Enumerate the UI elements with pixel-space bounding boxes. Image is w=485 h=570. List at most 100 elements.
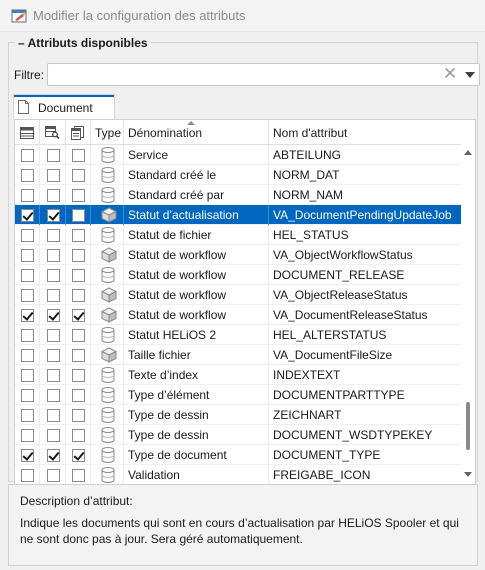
header-col-name[interactable]: Dénomination: [124, 120, 269, 145]
table-row[interactable]: Statut de workflow VA_DocumentReleaseStat…: [15, 305, 461, 325]
search-checkbox[interactable]: [47, 248, 60, 262]
display-checkbox[interactable]: [21, 368, 34, 382]
edit-checkbox[interactable]: [72, 248, 85, 262]
table-row[interactable]: Type de document DOCUMENT_TYPE: [15, 445, 461, 465]
table-row[interactable]: Taille fichier VA_DocumentFileSize: [15, 345, 461, 365]
search-checkbox[interactable]: [47, 288, 60, 302]
cube-icon: [100, 287, 118, 303]
display-checkbox[interactable]: [21, 208, 34, 222]
display-checkbox[interactable]: [21, 388, 34, 402]
scroll-up-icon[interactable]: [464, 150, 472, 155]
table-row[interactable]: Type de dessin DOCUMENT_WSDTYPEKEY: [15, 425, 461, 445]
display-checkbox[interactable]: [21, 288, 34, 302]
edit-checkbox[interactable]: [72, 328, 85, 342]
search-checkbox[interactable]: [47, 188, 60, 202]
edit-checkbox[interactable]: [72, 308, 85, 322]
table-row[interactable]: Type de dessin ZEICHNART: [15, 405, 461, 425]
display-checkbox[interactable]: [21, 428, 34, 442]
table-row[interactable]: Texte d’index INDEXTEXT: [15, 365, 461, 385]
search-checkbox[interactable]: [47, 368, 60, 382]
table-row[interactable]: Statut de workflow DOCUMENT_RELEASE: [15, 265, 461, 285]
search-checkbox[interactable]: [47, 228, 60, 242]
edit-checkbox[interactable]: [72, 288, 85, 302]
header-col-display[interactable]: [15, 120, 40, 145]
search-checkbox[interactable]: [47, 148, 60, 162]
description-title: Description d’attribut:: [20, 494, 133, 508]
display-checkbox[interactable]: [21, 188, 34, 202]
scroll-down-icon[interactable]: [464, 472, 472, 477]
database-field-icon: [101, 387, 117, 403]
attribute-key-cell: ABTEILUNG: [273, 148, 342, 162]
search-checkbox[interactable]: [47, 408, 60, 422]
search-checkbox[interactable]: [47, 328, 60, 342]
search-checkbox[interactable]: [47, 268, 60, 282]
edit-checkbox[interactable]: [72, 228, 85, 242]
display-checkbox[interactable]: [21, 328, 34, 342]
edit-checkbox[interactable]: [72, 428, 85, 442]
attribute-key-cell: NORM_DAT: [273, 168, 340, 182]
tab-document[interactable]: Document: [13, 94, 115, 119]
header-attr-label: Nom d'attribut: [273, 125, 348, 140]
search-checkbox[interactable]: [47, 348, 60, 362]
display-checkbox[interactable]: [21, 168, 34, 182]
search-checkbox[interactable]: [47, 208, 60, 222]
display-checkbox[interactable]: [21, 308, 34, 322]
database-field-icon: [101, 407, 117, 423]
attribute-name-cell: Type de dessin: [128, 428, 209, 442]
edit-checkbox[interactable]: [72, 168, 85, 182]
scroll-thumb[interactable]: [466, 402, 470, 450]
edit-checkbox[interactable]: [72, 408, 85, 422]
vertical-scrollbar[interactable]: [461, 145, 475, 484]
edit-checkbox[interactable]: [72, 368, 85, 382]
sort-ascending-icon: [187, 121, 195, 125]
table-row[interactable]: Validation FREIGABE_ICON: [15, 465, 461, 484]
edit-checkbox[interactable]: [72, 388, 85, 402]
attribute-name-cell: Type de document: [128, 448, 227, 462]
header-col-attr[interactable]: Nom d'attribut: [269, 120, 461, 145]
edit-checkbox[interactable]: [72, 208, 85, 222]
edit-checkbox[interactable]: [72, 448, 85, 462]
table-row[interactable]: Statut HELiOS 2 HEL_ALTERSTATUS: [15, 325, 461, 345]
attribute-key-cell: DOCUMENT_WSDTYPEKEY: [273, 428, 433, 442]
display-checkbox[interactable]: [21, 148, 34, 162]
display-checkbox[interactable]: [21, 448, 34, 462]
attribute-key-cell: VA_DocumentFileSize: [273, 348, 393, 362]
edit-checkbox[interactable]: [72, 468, 85, 482]
search-checkbox[interactable]: [47, 168, 60, 182]
attribute-name-cell: Type d’élément: [128, 388, 210, 402]
display-checkbox[interactable]: [21, 468, 34, 482]
search-checkbox[interactable]: [47, 448, 60, 462]
edit-checkbox[interactable]: [72, 348, 85, 362]
table-row[interactable]: Standard créé par NORM_NAM: [15, 185, 461, 205]
app-icon: [11, 8, 27, 24]
display-checkbox[interactable]: [21, 268, 34, 282]
table-row[interactable]: Statut de workflow VA_ObjectReleaseStatus: [15, 285, 461, 305]
display-checkbox[interactable]: [21, 228, 34, 242]
search-checkbox[interactable]: [47, 468, 60, 482]
attribute-description-panel: Description d’attribut: Indique les docu…: [8, 484, 478, 566]
display-checkbox[interactable]: [21, 408, 34, 422]
header-col-type[interactable]: Type: [91, 120, 124, 145]
table-row[interactable]: Type d’élément DOCUMENTPARTTYPE: [15, 385, 461, 405]
search-checkbox[interactable]: [47, 428, 60, 442]
table-row[interactable]: Statut de workflow VA_ObjectWorkflowStatu…: [15, 245, 461, 265]
table-row[interactable]: Statut de fichier HEL_STATUS: [15, 225, 461, 245]
chevron-down-icon[interactable]: [465, 72, 475, 78]
search-checkbox[interactable]: [47, 388, 60, 402]
header-col-search[interactable]: [40, 120, 66, 145]
table-row[interactable]: Statut d’actualisation VA_DocumentPending…: [15, 205, 461, 225]
table-row[interactable]: Service ABTEILUNG: [15, 145, 461, 165]
filter-combobox[interactable]: ✕: [47, 63, 480, 86]
clear-filter-icon[interactable]: ✕: [443, 65, 457, 82]
display-checkbox[interactable]: [21, 248, 34, 262]
header-col-edit[interactable]: [66, 120, 91, 145]
attribute-name-cell: Texte d’index: [128, 368, 199, 382]
table-row[interactable]: Standard créé le NORM_DAT: [15, 165, 461, 185]
edit-checkbox[interactable]: [72, 188, 85, 202]
search-checkbox[interactable]: [47, 308, 60, 322]
attributes-grid: Type Dénomination Nom d'attribut Service…: [14, 119, 476, 485]
edit-checkbox[interactable]: [72, 148, 85, 162]
edit-checkbox[interactable]: [72, 268, 85, 282]
attribute-key-cell: INDEXTEXT: [273, 368, 341, 382]
display-checkbox[interactable]: [21, 348, 34, 362]
